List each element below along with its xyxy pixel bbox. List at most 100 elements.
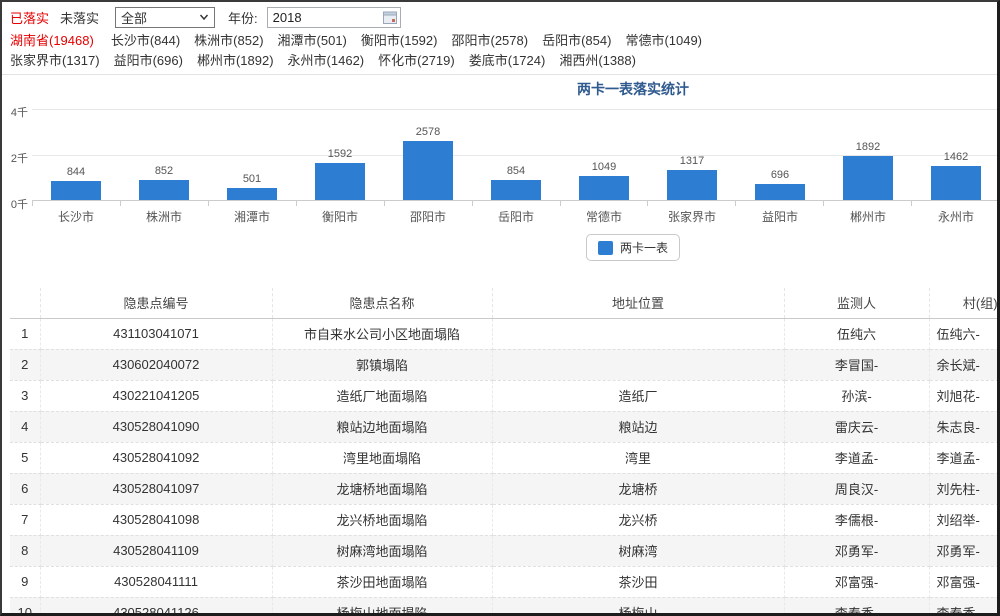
- table-row: 6 430528041097 龙塘桥地面塌陷 龙塘桥 周良汉- 刘先柱-: [10, 473, 997, 504]
- bar-slot: 2578: [384, 127, 472, 200]
- cell-village: 邓富强-: [929, 566, 997, 597]
- table-row: 2 430602040072 郭镇塌陷 李冒国- 余长斌-: [10, 349, 997, 380]
- legend-row: 两卡一表: [2, 234, 997, 261]
- city-link[interactable]: 长沙市(844): [111, 31, 180, 51]
- city-link[interactable]: 张家界市(1317): [10, 51, 100, 71]
- implemented-filter-link[interactable]: 已落实: [10, 8, 49, 27]
- cell-monitor: 雷庆云-: [784, 411, 929, 442]
- bar-value-label: 852: [155, 166, 173, 177]
- table-row: 10 430528041126 杨梅山地面塌陷 杨梅山 李春香- 李春香-: [10, 597, 997, 616]
- filter-bar: 已落实 未落实 全部 年份:: [2, 2, 997, 30]
- x-axis-tick: [648, 201, 736, 206]
- x-axis-tick: [209, 201, 297, 206]
- city-link[interactable]: 邵阳市(2578): [451, 31, 528, 51]
- cities-line-2: 张家界市(1317) 益阳市(696) 郴州市(1892) 永州市(1462) 怀化市(…: [10, 51, 650, 71]
- cell-address: 杨梅山: [492, 597, 784, 616]
- x-axis-tick: [297, 201, 385, 206]
- bar[interactable]: [931, 166, 981, 200]
- cell-address: 湾里: [492, 442, 784, 473]
- city-link[interactable]: 湘西州(1388): [559, 51, 636, 71]
- x-axis-label: 张家界市: [648, 208, 736, 225]
- cell-row-number: 10: [10, 597, 40, 616]
- bar[interactable]: [579, 176, 629, 200]
- cell-village: 朱志良-: [929, 411, 997, 442]
- cell-code: 430528041109: [40, 535, 272, 566]
- status-select[interactable]: 全部: [115, 7, 215, 28]
- bar-slot: 1892: [824, 142, 912, 200]
- cell-code: 430528041092: [40, 442, 272, 473]
- x-axis-tick: [561, 201, 649, 206]
- city-link[interactable]: 娄底市(1724): [469, 51, 546, 71]
- x-axis-tick: [824, 201, 912, 206]
- x-axis-label: 邵阳市: [384, 208, 472, 225]
- city-link[interactable]: 常德市(1049): [625, 31, 702, 51]
- x-axis-tick: [32, 201, 121, 206]
- province-link[interactable]: 湖南省(19468): [10, 31, 94, 51]
- cities-line-1: 长沙市(844) 株洲市(852) 湘潭市(501) 衡阳市(1592) 邵阳市(257…: [111, 31, 716, 51]
- bar[interactable]: [667, 170, 717, 200]
- bar-slot: 854: [472, 166, 560, 200]
- cell-code: 430221041205: [40, 380, 272, 411]
- bar[interactable]: [51, 181, 101, 200]
- bar[interactable]: [227, 188, 277, 200]
- chart-title: 两卡一表落实统计: [2, 79, 997, 99]
- cell-code: 430528041090: [40, 411, 272, 442]
- bar-slot: 1317: [648, 156, 736, 200]
- cell-code: 430528041097: [40, 473, 272, 504]
- year-input[interactable]: [267, 7, 401, 28]
- x-axis-tick: [912, 201, 997, 206]
- city-link[interactable]: 衡阳市(1592): [361, 31, 438, 51]
- bar[interactable]: [491, 180, 541, 200]
- cell-name: 杨梅山地面塌陷: [272, 597, 492, 616]
- cell-village: 刘先柱-: [929, 473, 997, 504]
- city-link[interactable]: 株洲市(852): [194, 31, 263, 51]
- x-axis-labels: 长沙市株洲市湘潭市衡阳市邵阳市岳阳市常德市张家界市益阳市郴州市永州市怀化市娄底市…: [32, 206, 997, 225]
- bar[interactable]: [139, 180, 189, 200]
- city-link[interactable]: 湘潭市(501): [278, 31, 347, 51]
- calendar-icon[interactable]: [383, 11, 397, 24]
- bar-value-label: 1049: [592, 162, 616, 173]
- table-row: 9 430528041111 茶沙田地面塌陷 茶沙田 邓富强- 邓富强-: [10, 566, 997, 597]
- city-link[interactable]: 益阳市(696): [114, 51, 183, 71]
- cell-name: 造纸厂地面塌陷: [272, 380, 492, 411]
- bar-slot: 852: [120, 166, 208, 200]
- legend-item[interactable]: 两卡一表: [586, 234, 680, 261]
- year-input-wrap: [267, 7, 401, 28]
- bar-value-label: 696: [771, 170, 789, 181]
- bar[interactable]: [403, 141, 453, 200]
- cell-address: [492, 318, 784, 349]
- column-header: 村(组)负责人: [929, 288, 997, 318]
- city-link[interactable]: 永州市(1462): [288, 51, 365, 71]
- column-header: 隐患点名称: [272, 288, 492, 318]
- cell-code: 430602040072: [40, 349, 272, 380]
- bar-slot: 1049: [560, 162, 648, 200]
- cell-monitor: 伍纯六: [784, 318, 929, 349]
- cell-row-number: 2: [10, 349, 40, 380]
- column-header: 地址位置: [492, 288, 784, 318]
- bar[interactable]: [843, 156, 893, 200]
- table-row: 5 430528041092 湾里地面塌陷 湾里 李道孟- 李道孟-: [10, 442, 997, 473]
- cell-village: 余长斌-: [929, 349, 997, 380]
- cell-address: 龙兴桥: [492, 504, 784, 535]
- bar[interactable]: [315, 163, 365, 200]
- x-axis-tick: [385, 201, 473, 206]
- cell-village: 刘旭花-: [929, 380, 997, 411]
- x-axis-label: 岳阳市: [472, 208, 560, 225]
- table-row: 1 431103041071 市自来水公司小区地面塌陷 伍纯六 伍纯六-: [10, 318, 997, 349]
- row-number-header: [10, 288, 40, 318]
- cell-code: 430528041111: [40, 566, 272, 597]
- city-link[interactable]: 怀化市(2719): [378, 51, 455, 71]
- bars-container: 844 852 501 1592 2578 854 1049 1317 696 …: [32, 109, 997, 200]
- not-implemented-filter-link[interactable]: 未落实: [60, 8, 99, 27]
- cell-row-number: 1: [10, 318, 40, 349]
- cell-name: 龙兴桥地面塌陷: [272, 504, 492, 535]
- region-line-1: 湖南省(19468) 长沙市(844) 株洲市(852) 湘潭市(501) 衡阳市(1…: [10, 31, 989, 51]
- city-link[interactable]: 郴州市(1892): [197, 51, 274, 71]
- city-link[interactable]: 岳阳市(854): [542, 31, 611, 51]
- x-axis-tick: [121, 201, 209, 206]
- x-axis-label: 永州市: [912, 208, 997, 225]
- x-axis-label: 常德市: [560, 208, 648, 225]
- bar[interactable]: [755, 184, 805, 200]
- cell-code: 431103041071: [40, 318, 272, 349]
- cell-name: 茶沙田地面塌陷: [272, 566, 492, 597]
